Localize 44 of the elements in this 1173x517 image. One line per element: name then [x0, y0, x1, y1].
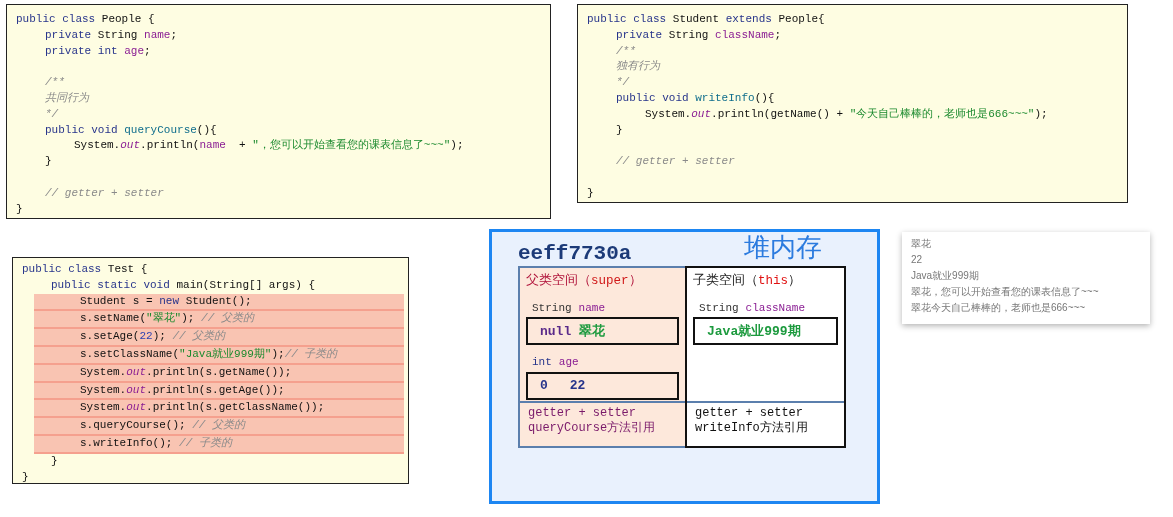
code-line: public class Test {: [22, 262, 149, 277]
code-line: public void queryCourse(){: [44, 122, 218, 138]
method-reference: getter + setter: [695, 406, 805, 421]
code-line: private String className;: [615, 27, 783, 43]
code-line: System.out.println(name + "，您可以开始查看您的课表信息了~~~");: [73, 138, 465, 154]
parent-space-label: 父类空间（super）: [526, 272, 643, 290]
code-line: // getter + setter: [615, 154, 736, 170]
code-line: private String name;: [44, 27, 179, 43]
code-line: public class Student extends People{: [587, 12, 826, 27]
method-reference: queryCourse方法引用: [528, 421, 657, 436]
console-line: Java就业999期: [911, 269, 980, 283]
code-line: /**: [44, 75, 66, 91]
console-line: 22: [911, 253, 924, 267]
heap-title: 堆内存: [744, 232, 823, 262]
method-reference: getter + setter: [528, 406, 638, 421]
field-declaration: String className: [698, 300, 807, 316]
code-line: */: [44, 106, 60, 122]
code-line: public static void main(String[] args) {: [50, 277, 317, 293]
console-line: 翠花，您可以开始查看您的课表信息了~~~: [911, 285, 1100, 299]
value-field: 0 22: [526, 371, 679, 400]
field-declaration: String name: [531, 300, 606, 316]
code-line: 独有行为: [615, 59, 662, 75]
code-line: 共同行为: [44, 91, 91, 106]
value-field: null 翠花: [526, 317, 679, 346]
code-line: }: [587, 185, 595, 201]
code-line: public class People {: [16, 12, 156, 27]
code-line: // getter + setter: [44, 185, 165, 201]
code-line: }: [44, 154, 53, 170]
code-line: */: [615, 75, 631, 91]
code-line: }: [16, 201, 24, 217]
method-reference: writeInfo方法引用: [695, 421, 809, 436]
console-line: 翠花今天自己棒棒的，老师也是666~~~: [911, 301, 1087, 315]
code-line: private int age;: [44, 43, 152, 59]
code-line: /**: [615, 43, 637, 59]
field-declaration: int age: [531, 355, 580, 371]
code-line: public void writeInfo(){: [615, 91, 776, 106]
code-line: }: [22, 469, 30, 485]
value-field: Java就业999期: [693, 317, 838, 346]
code-line: System.out.println(getName() + "今天自己棒棒的，老师也是666~~~");: [644, 106, 1049, 122]
code-line: }: [50, 453, 59, 469]
child-space-label: 子类空间（this）: [693, 272, 802, 290]
console-line: 翠花: [911, 237, 932, 251]
code-line: }: [615, 122, 624, 138]
object-address: eeff7730a: [518, 242, 632, 266]
